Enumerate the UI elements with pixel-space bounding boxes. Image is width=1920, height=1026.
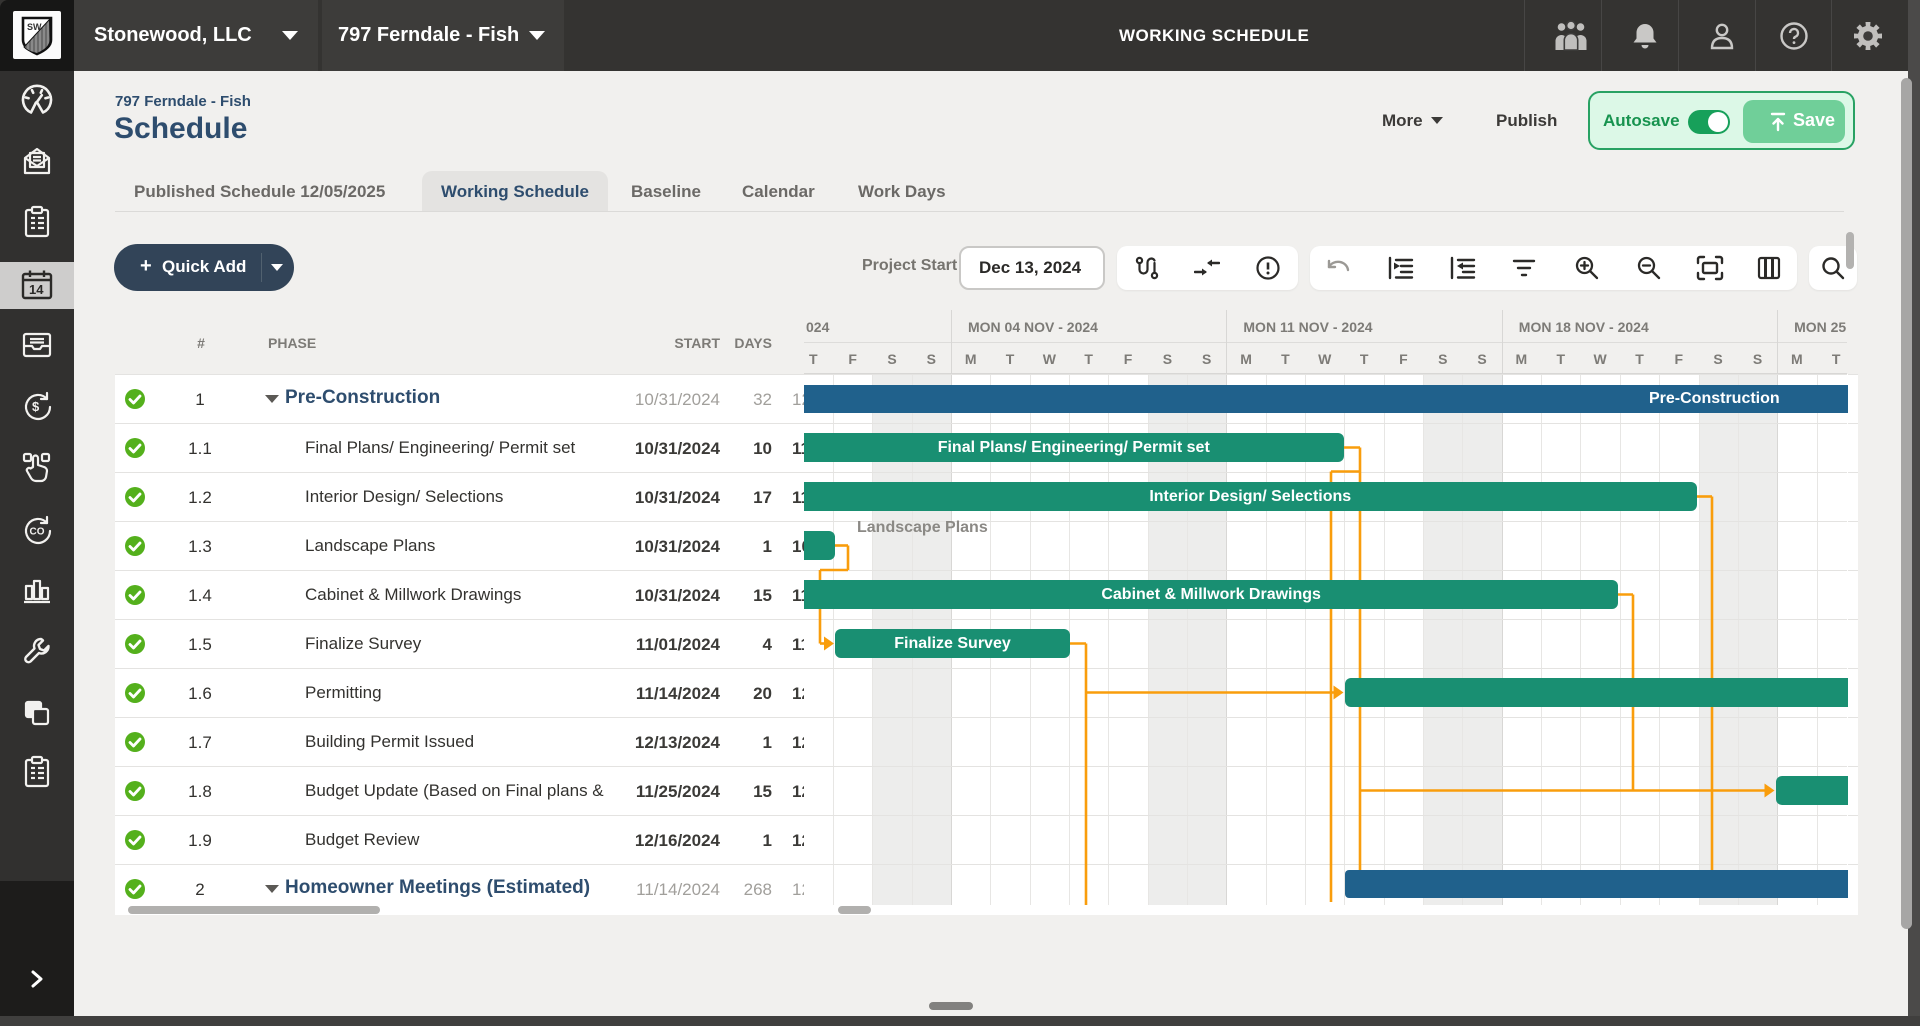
svg-text:CO: CO [30,527,45,538]
svg-text:14: 14 [29,282,44,297]
svg-text:SW: SW [27,22,42,32]
svg-text:$: $ [32,399,40,414]
